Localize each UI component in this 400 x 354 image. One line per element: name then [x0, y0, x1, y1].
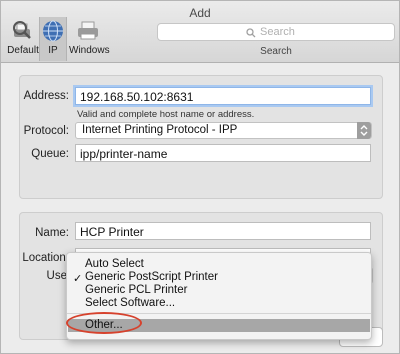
queue-field[interactable]: ipp/printer-name — [75, 144, 371, 162]
default-printer-icon — [13, 21, 31, 39]
name-label: Name: — [35, 227, 69, 239]
menu-item-auto-select[interactable]: Auto Select — [85, 258, 144, 270]
checkmark-icon: ✓ — [73, 273, 83, 285]
toolbar-default-label: Default — [7, 45, 39, 56]
use-label: Use — [46, 270, 67, 282]
globe-icon — [43, 20, 63, 42]
search-icon — [246, 28, 256, 38]
other-highlight-ring — [66, 312, 142, 334]
toolbar-windows-button[interactable]: Windows — [69, 17, 110, 61]
menu-item-generic-postscript[interactable]: Generic PostScript Printer — [85, 271, 218, 283]
address-field[interactable]: 192.168.50.102:8631 — [75, 87, 371, 105]
address-hint: Valid and complete host name or address. — [77, 109, 255, 120]
add-printer-window: Add Default IP Windows Search Search Add… — [0, 0, 400, 354]
search-placeholder: Search — [260, 26, 295, 38]
protocol-stepper — [357, 122, 371, 139]
name-field[interactable]: HCP Printer — [75, 222, 371, 240]
printer-icon — [78, 21, 98, 40]
queue-label: Queue: — [31, 148, 69, 160]
menu-item-select-software[interactable]: Select Software... — [85, 297, 175, 309]
search-caption: Search — [260, 46, 292, 57]
toolbar-windows-label: Windows — [69, 45, 110, 56]
protocol-popup[interactable]: Internet Printing Protocol - IPP — [75, 122, 372, 139]
protocol-value: Internet Printing Protocol - IPP — [82, 124, 238, 136]
menu-item-generic-pcl[interactable]: Generic PCL Printer — [85, 284, 187, 296]
location-label: Location: — [22, 252, 69, 264]
protocol-label: Protocol: — [23, 125, 69, 137]
chevron-up-down-icon — [360, 125, 368, 136]
title-bar: Add Default IP Windows Search Search — [1, 1, 399, 63]
address-label: Address: — [23, 90, 69, 102]
search-field[interactable]: Search — [157, 23, 395, 41]
toolbar-ip-label: IP — [48, 45, 58, 56]
toolbar-default-button[interactable]: Default — [7, 17, 39, 61]
toolbar-ip-button[interactable]: IP — [39, 17, 67, 61]
